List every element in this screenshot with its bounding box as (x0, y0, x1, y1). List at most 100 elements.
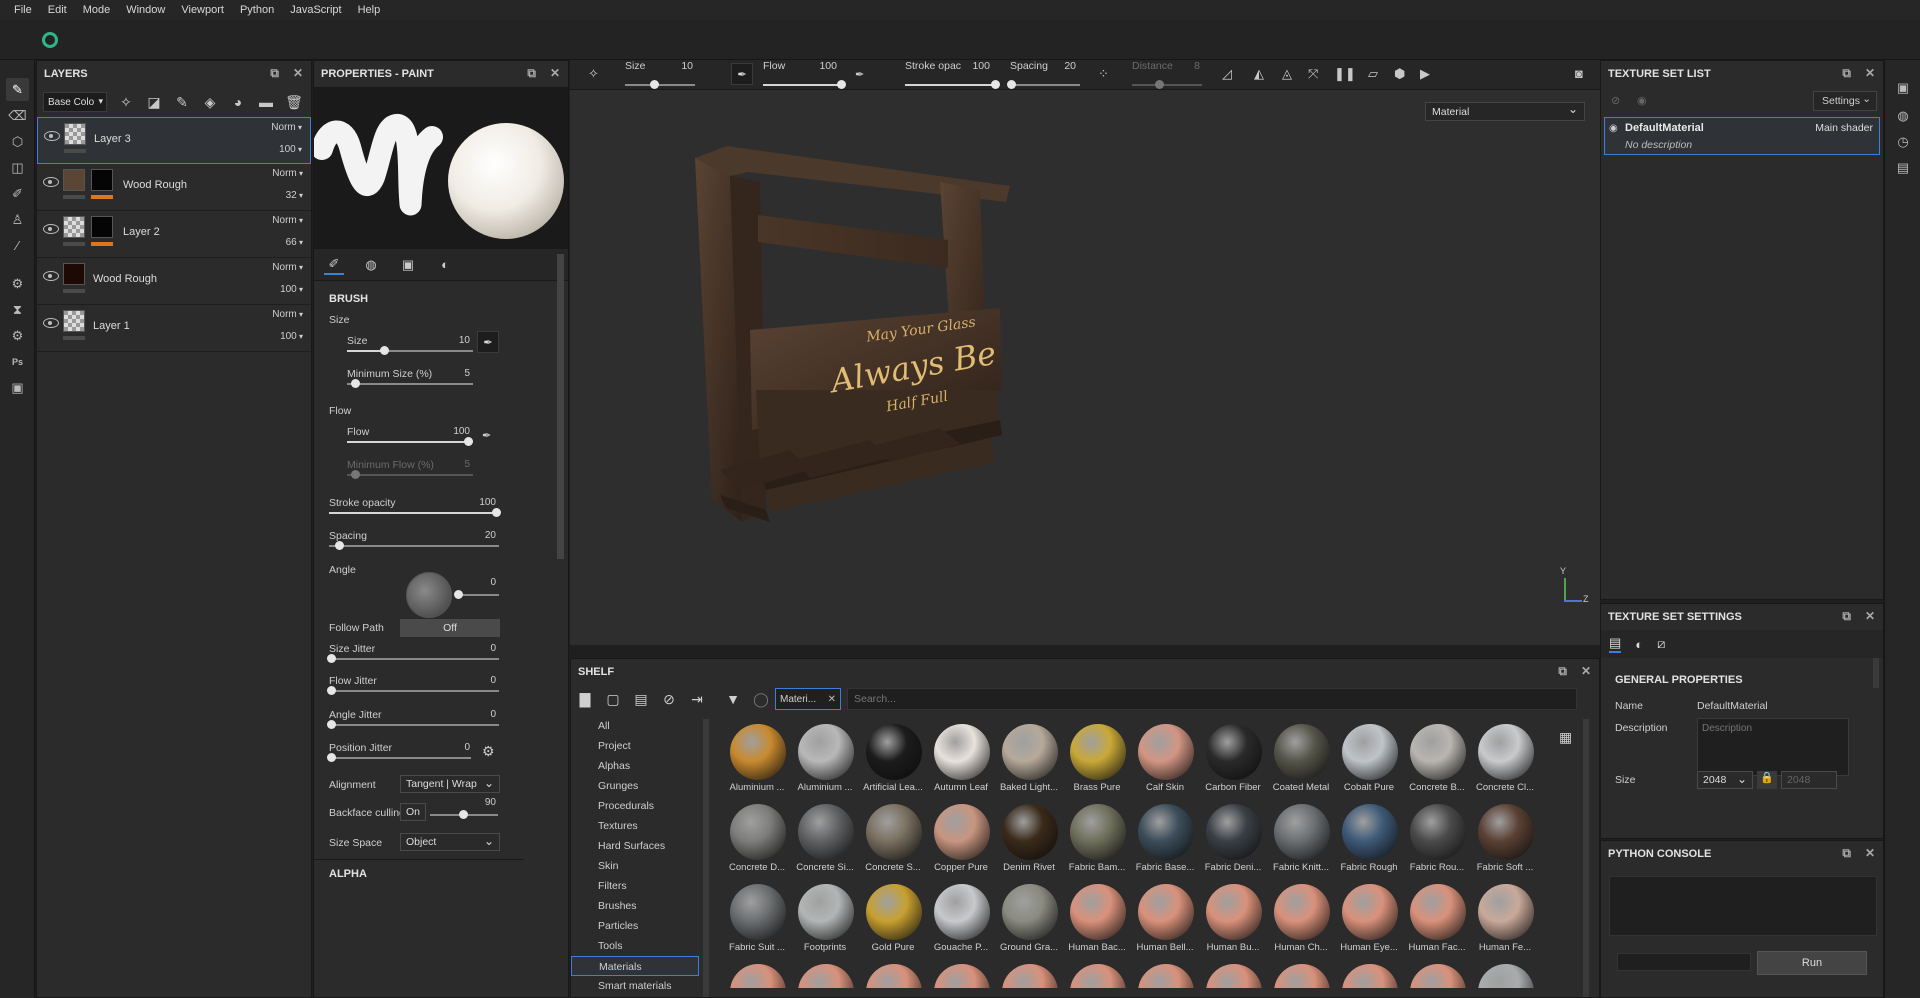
vt-stroke-opacity-knob[interactable] (991, 80, 1000, 89)
viewport-mode-3d-icon[interactable]: ⬢ (1394, 66, 1405, 82)
material-tile[interactable]: Aluminium ... (791, 724, 859, 804)
layer-blend-mode[interactable]: Norm (272, 215, 303, 226)
shelf-search-input[interactable] (847, 688, 1577, 710)
material-tile[interactable]: Fabric Deni... (1199, 804, 1267, 884)
menu-javascript[interactable]: JavaScript (282, 4, 349, 16)
shelf-category-item[interactable]: Alphas (571, 756, 699, 776)
shelf-category-item[interactable]: Filters (571, 876, 699, 896)
pen-pressure-size-icon[interactable]: ✒ (477, 331, 499, 353)
material-tile[interactable]: Gouache P... (927, 884, 995, 964)
angle-value[interactable]: 0 (460, 577, 496, 588)
visibility-eye-icon[interactable] (43, 318, 59, 328)
visibility-eye-icon[interactable] (43, 224, 59, 234)
texture-set-item[interactable]: ◉ DefaultMaterial Main shader No descrip… (1604, 117, 1880, 155)
layer-name[interactable]: Layer 2 (123, 226, 160, 238)
shelf-category-item[interactable]: Tools (571, 936, 699, 956)
layer-opacity[interactable]: 100 (279, 144, 302, 155)
camera-icon[interactable]: ▶ (1420, 66, 1430, 82)
visibility-eye-icon[interactable] (43, 271, 59, 281)
material-tile[interactable] (1403, 964, 1471, 988)
alignment-select[interactable]: Tangent | Wrap (400, 775, 500, 793)
smart-material-icon[interactable]: ◕ (229, 94, 247, 110)
uv-tab-icon[interactable]: ⧄ (1657, 636, 1665, 652)
material-tile[interactable]: Human Fe... (1471, 884, 1539, 964)
flow-jitter-slider-knob[interactable] (327, 686, 336, 695)
material-tile[interactable]: Concrete S... (859, 804, 927, 884)
settings-tab-icon[interactable]: ▤ (1609, 635, 1622, 653)
material-tile[interactable] (1131, 964, 1199, 988)
material-tile[interactable]: Denim Rivet (995, 804, 1063, 884)
jitter-settings-icon[interactable]: ⚙ (482, 743, 495, 760)
angle-slider-knob[interactable] (454, 590, 463, 599)
position-jitter-slider[interactable] (329, 757, 471, 759)
screenshot-icon[interactable]: ◙ (1575, 66, 1583, 81)
layer-name[interactable]: Wood Rough (123, 179, 187, 191)
visibility-eye-icon[interactable] (44, 131, 60, 141)
visibility-eye-icon[interactable]: ◉ (1609, 123, 1618, 134)
material-tile[interactable]: Autumn Leaf (927, 724, 995, 804)
lock-icon[interactable]: 🔒 (1757, 771, 1777, 789)
layer-name[interactable]: Layer 3 (94, 133, 131, 145)
layer-row[interactable]: Layer 3 Norm 100 (37, 117, 311, 164)
float-panel-icon[interactable]: ⧉ (1558, 664, 1567, 679)
min-size-slider-knob[interactable] (351, 379, 360, 388)
layer-blend-mode[interactable]: Norm (271, 122, 302, 133)
menu-viewport[interactable]: Viewport (173, 4, 232, 16)
add-effect-icon[interactable]: ✧ (117, 94, 135, 111)
description-textarea[interactable] (1697, 718, 1849, 776)
layer-blend-mode[interactable]: Norm (272, 262, 303, 273)
material-tile[interactable]: Concrete B... (1403, 724, 1471, 804)
material-tile[interactable]: Brass Pure (1063, 724, 1131, 804)
layer-opacity[interactable]: 100 (280, 331, 303, 342)
size-select[interactable]: 2048 (1697, 771, 1753, 789)
material-tile[interactable]: Fabric Bam... (1063, 804, 1131, 884)
stencil-tab-icon[interactable]: ▣ (398, 255, 418, 275)
pause-icon[interactable]: ❚❚ (1334, 66, 1356, 82)
shelf-category-item[interactable]: Hard Surfaces (571, 836, 699, 856)
app-logo-icon[interactable] (42, 32, 58, 48)
material-tile[interactable]: Fabric Rou... (1403, 804, 1471, 884)
material-tile[interactable] (927, 964, 995, 988)
material-tile[interactable]: Fabric Base... (1131, 804, 1199, 884)
settings-scrollbar[interactable] (1873, 658, 1879, 688)
stroke-opacity-slider-knob[interactable] (492, 508, 501, 517)
position-jitter-value[interactable]: 0 (434, 742, 470, 753)
materials-scrollbar[interactable] (1583, 719, 1589, 997)
paint-brush-icon[interactable]: ✎ (6, 78, 29, 101)
filter-tag[interactable]: Materi... ✕ (775, 688, 841, 710)
material-tile[interactable]: Fabric Rough (1335, 804, 1403, 884)
projection-icon[interactable]: ⬡ (6, 130, 29, 153)
material-tile[interactable]: Human Bu... (1199, 884, 1267, 964)
smudge-icon[interactable]: ✐ (6, 182, 29, 205)
menu-edit[interactable]: Edit (40, 4, 75, 16)
size-space-select[interactable]: Object (400, 833, 500, 851)
material-tile[interactable]: Copper Pure (927, 804, 995, 884)
folder-icon[interactable]: ▇ (571, 691, 599, 708)
material-tile[interactable] (1471, 964, 1539, 988)
close-icon[interactable]: ✕ (1865, 66, 1875, 81)
material-tile[interactable]: Fabric Knitt... (1267, 804, 1335, 884)
shelf-category-item[interactable]: Procedurals (571, 796, 699, 816)
flow-jitter-slider[interactable] (329, 690, 499, 692)
log-icon[interactable]: ▤ (1895, 160, 1911, 176)
angle-dial[interactable] (406, 572, 452, 618)
material-tile[interactable] (1063, 964, 1131, 988)
material-tile[interactable]: Human Fac... (1403, 884, 1471, 964)
filter-icon[interactable]: ▼ (719, 691, 747, 707)
material-tile[interactable] (995, 964, 1063, 988)
layer-blend-mode[interactable]: Norm (272, 309, 303, 320)
delete-layer-icon[interactable]: 🗑 (285, 94, 303, 111)
new-shelf-icon[interactable]: ▢ (599, 691, 627, 708)
material-tile[interactable]: Human Eye... (1335, 884, 1403, 964)
material-tile[interactable]: Human Bell... (1131, 884, 1199, 964)
float-panel-icon[interactable]: ⧉ (527, 66, 536, 81)
clone-icon[interactable]: ♙ (6, 208, 29, 231)
material-tile[interactable]: Calf Skin (1131, 724, 1199, 804)
min-size-slider[interactable] (347, 383, 473, 385)
console-input[interactable] (1617, 953, 1751, 971)
vt-flow-knob[interactable] (837, 80, 846, 89)
shelf-category-item[interactable]: Grunges (571, 776, 699, 796)
vt-spacing-slider[interactable] (1010, 84, 1080, 86)
size-jitter-value[interactable]: 0 (460, 643, 496, 654)
layer-name[interactable]: Layer 1 (93, 320, 130, 332)
